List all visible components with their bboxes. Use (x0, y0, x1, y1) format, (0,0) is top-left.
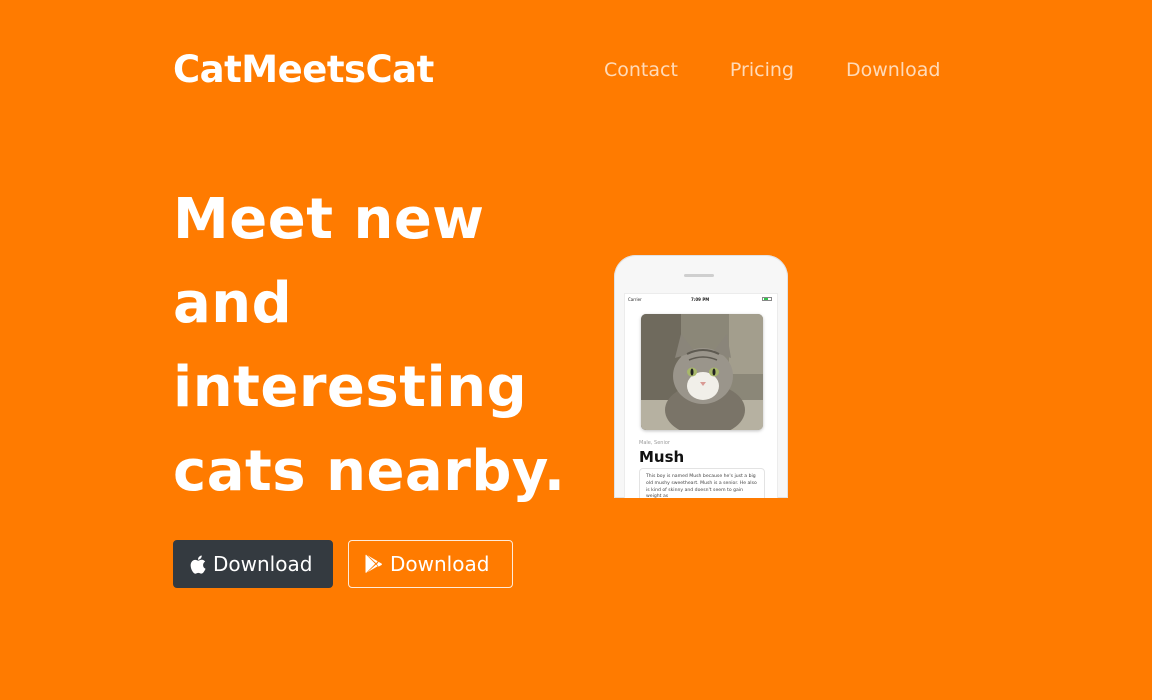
landing-page: CatMeetsCat Contact Pricing Download Mee… (0, 0, 1152, 700)
download-buttons: Download Download (173, 540, 513, 588)
app-store-download-label: Download (213, 552, 313, 576)
cat-meta: Male, Senior (639, 440, 670, 446)
phone-speaker (684, 274, 714, 277)
headline-line: cats nearby. (173, 439, 566, 504)
cat-name: Mush (639, 448, 685, 466)
phone-mockup: Carrier 7:09 PM Male, Senior Mush This b… (614, 255, 788, 498)
headline-line: Meet new (173, 187, 485, 252)
google-play-download-label: Download (390, 552, 490, 576)
top-nav: Contact Pricing Download (604, 58, 940, 82)
headline-line: interesting (173, 355, 528, 420)
nav-link-contact[interactable]: Contact (604, 58, 678, 82)
carrier-label: Carrier (628, 297, 642, 302)
status-time: 7:09 PM (691, 297, 710, 302)
battery-icon (762, 297, 772, 301)
apple-icon (190, 555, 206, 574)
cat-description: This boy is named Mush because he's just… (639, 468, 765, 498)
headline-line: and (173, 271, 293, 336)
cat-photo (641, 314, 763, 430)
app-store-download-button[interactable]: Download (173, 540, 333, 588)
nav-link-download[interactable]: Download (846, 58, 940, 82)
google-play-download-button[interactable]: Download (348, 540, 513, 588)
nav-link-pricing[interactable]: Pricing (730, 58, 794, 82)
google-play-icon (365, 554, 383, 574)
brand-logo[interactable]: CatMeetsCat (173, 48, 434, 92)
hero-headline: Meet new and interesting cats nearby. (173, 178, 593, 514)
status-bar: Carrier 7:09 PM (625, 294, 777, 304)
phone-screen: Carrier 7:09 PM Male, Senior Mush This b… (624, 293, 778, 498)
